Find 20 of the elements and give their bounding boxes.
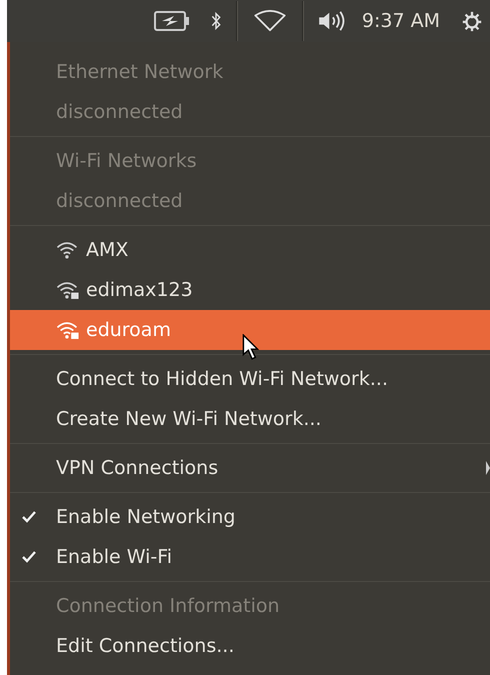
menu-header: Connection Information bbox=[56, 595, 280, 617]
bluetooth-icon[interactable] bbox=[210, 10, 222, 32]
checkbox-menu-item[interactable]: Enable Networking bbox=[10, 497, 490, 537]
checkbox-menu-item[interactable]: Enable Wi-Fi bbox=[10, 537, 490, 577]
submenu-arrow-icon bbox=[486, 461, 490, 475]
menu-item[interactable]: Connect to Hidden Wi-Fi Network... bbox=[10, 359, 490, 399]
battery-icon[interactable] bbox=[154, 10, 190, 32]
menu-item[interactable]: Edit Connections... bbox=[10, 626, 490, 666]
menu-header: disconnected bbox=[56, 190, 183, 212]
power-gear-icon[interactable] bbox=[460, 10, 484, 32]
mouse-pointer-icon bbox=[242, 334, 260, 360]
menu-header: Wi-Fi Networks bbox=[56, 150, 197, 172]
wifi-icon[interactable] bbox=[252, 10, 288, 32]
menu-header: Ethernet Network bbox=[56, 61, 224, 83]
clock-time[interactable]: 9:37 AM bbox=[362, 10, 440, 32]
menu-header: disconnected bbox=[56, 101, 183, 123]
network-item[interactable]: AMX bbox=[10, 230, 490, 270]
network-item[interactable]: edimax123 bbox=[10, 270, 490, 310]
menu-item[interactable]: Create New Wi-Fi Network... bbox=[10, 399, 490, 439]
submenu-item[interactable]: VPN Connections bbox=[10, 448, 490, 488]
